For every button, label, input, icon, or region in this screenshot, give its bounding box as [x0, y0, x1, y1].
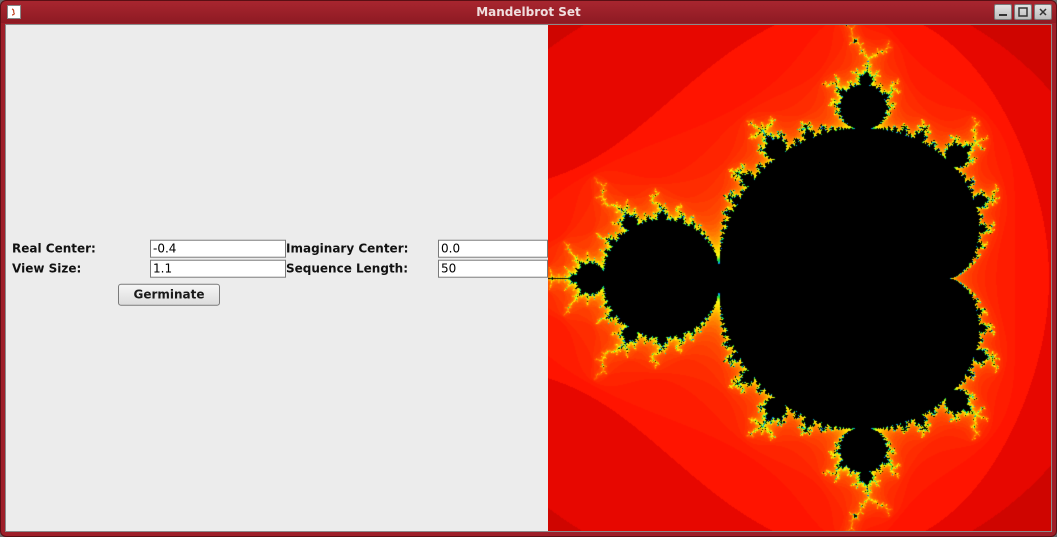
window-title: Mandelbrot Set [1, 5, 1056, 19]
java-app-icon [7, 5, 21, 19]
parameter-form: Real Center: Imaginary Center: View Size… [12, 240, 546, 306]
window-controls [994, 4, 1052, 20]
view-size-label: View Size: [12, 262, 150, 276]
germinate-button[interactable]: Germinate [118, 284, 219, 306]
imaginary-center-input[interactable] [438, 240, 548, 258]
real-center-input[interactable] [150, 240, 286, 258]
client-area: Real Center: Imaginary Center: View Size… [5, 24, 1052, 532]
real-center-label: Real Center: [12, 242, 150, 256]
titlebar: Mandelbrot Set [1, 1, 1056, 23]
mandelbrot-display[interactable] [548, 25, 1051, 531]
application-window: Mandelbrot Set Real Center: Imaginary Ce… [0, 0, 1057, 537]
sequence-length-input[interactable] [438, 260, 548, 278]
close-button[interactable] [1034, 4, 1052, 20]
imaginary-center-label: Imaginary Center: [286, 242, 438, 256]
maximize-button[interactable] [1014, 4, 1032, 20]
mandelbrot-canvas [548, 25, 1051, 531]
sequence-length-label: Sequence Length: [286, 262, 438, 276]
minimize-button[interactable] [994, 4, 1012, 20]
controls-pane: Real Center: Imaginary Center: View Size… [6, 25, 548, 531]
view-size-input[interactable] [150, 260, 286, 278]
